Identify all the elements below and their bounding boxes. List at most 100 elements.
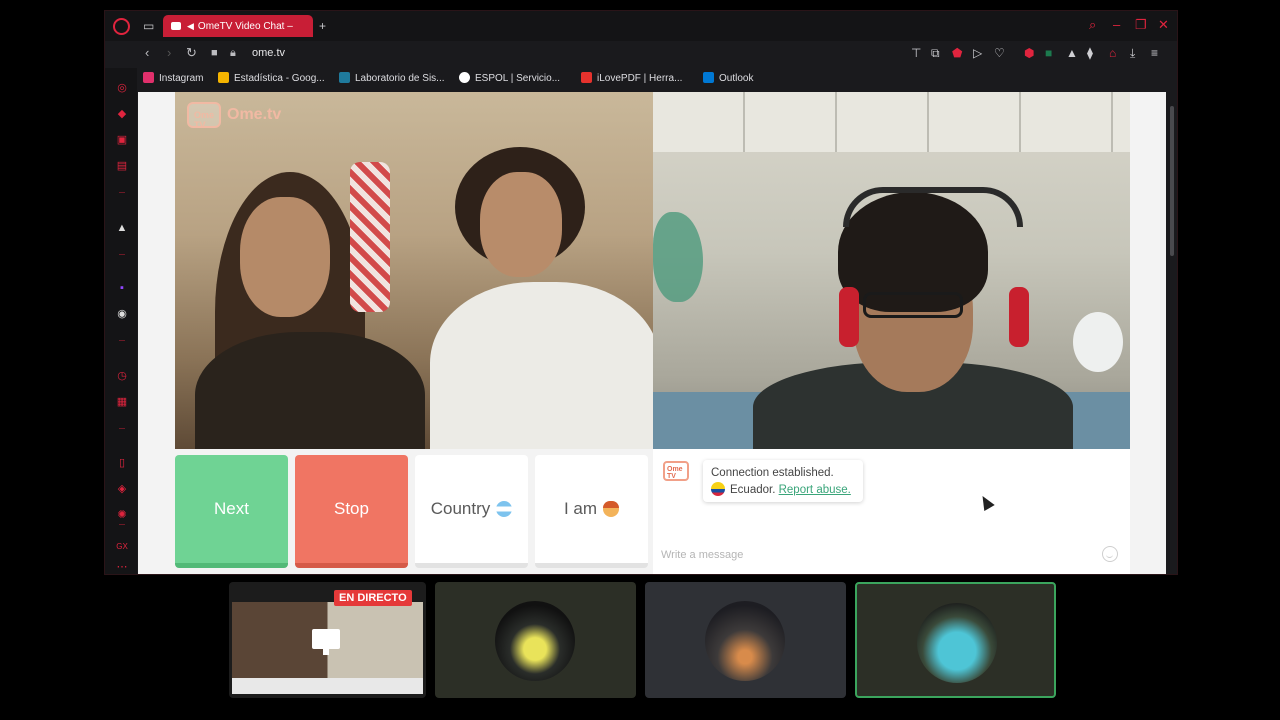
boy-face-icon bbox=[603, 501, 620, 517]
participant-tile[interactable] bbox=[435, 582, 636, 698]
country-button[interactable]: Country bbox=[415, 455, 528, 568]
brand-name: Ome.tv bbox=[227, 106, 282, 123]
sidebar-player-icon[interactable]: ▣ bbox=[116, 134, 128, 146]
ceiling bbox=[653, 92, 1130, 152]
browser-window: ▭ ◀ OmeTV Video Chat – + ⌕ – ❐ ✕ ‹ › ↻ ■ … bbox=[104, 10, 1178, 575]
bookmark-estadistica[interactable]: Estadística - Goog... bbox=[218, 72, 325, 86]
sidebar-divider bbox=[119, 254, 125, 255]
sidebar-tabs-icon[interactable]: ▦ bbox=[116, 396, 128, 408]
new-tab-icon[interactable]: + bbox=[319, 19, 326, 33]
person-hoodie bbox=[430, 282, 653, 449]
sidebar-bookmarks-icon[interactable]: ▯ bbox=[116, 457, 128, 469]
vpn-shield-icon[interactable]: ⬢ bbox=[1024, 46, 1034, 60]
scrollbar-thumb[interactable] bbox=[1170, 106, 1174, 256]
back-icon[interactable]: ‹ bbox=[145, 46, 149, 60]
opera-logo-icon[interactable] bbox=[113, 18, 130, 35]
shield-icon[interactable]: ⬟ bbox=[952, 46, 962, 60]
sidebar-gx-icon[interactable]: ◎ bbox=[116, 82, 128, 94]
bookmark-espol[interactable]: ESPOL | Servicio... bbox=[459, 72, 560, 86]
sidebar-discord-icon[interactable]: ◉ bbox=[116, 308, 128, 320]
sidebar-divider bbox=[119, 340, 125, 341]
avatar bbox=[917, 603, 997, 683]
partner-video: Ome TV Ome.tv bbox=[175, 92, 653, 449]
minimize-icon[interactable]: – bbox=[1113, 18, 1120, 32]
ecuador-flag-icon bbox=[711, 482, 725, 496]
url-field[interactable]: ome.tv bbox=[252, 47, 285, 59]
tab-favicon-icon bbox=[171, 22, 181, 30]
sidebar-gx-corner-icon[interactable]: GX bbox=[116, 541, 128, 553]
message-input[interactable] bbox=[661, 545, 1081, 565]
google-drive-icon bbox=[218, 72, 229, 83]
argentina-flag-icon bbox=[496, 501, 513, 517]
tab-island-icon[interactable]: ▭ bbox=[143, 19, 154, 33]
bookmark-laboratorio[interactable]: Laboratorio de Sis... bbox=[339, 72, 445, 86]
sidebar-pin-icon[interactable]: ◈ bbox=[116, 483, 128, 495]
next-button[interactable]: Next bbox=[175, 455, 288, 568]
sidebar-more-icon[interactable]: ⋯ bbox=[116, 561, 128, 573]
country-name: Ecuador. bbox=[730, 484, 776, 496]
play-icon[interactable]: ▷ bbox=[973, 46, 982, 60]
extension-green-icon[interactable]: ■ bbox=[1045, 46, 1052, 60]
heart-icon[interactable]: ♡ bbox=[994, 46, 1005, 60]
reload-icon[interactable]: ↻ bbox=[186, 46, 197, 60]
fan bbox=[1073, 312, 1123, 372]
report-abuse-link[interactable]: Report abuse. bbox=[779, 484, 851, 496]
person-face bbox=[240, 197, 330, 317]
forward-icon[interactable]: › bbox=[167, 46, 171, 60]
sidebar-divider bbox=[119, 192, 125, 193]
gx-mod-icon[interactable]: ⌂ bbox=[1109, 46, 1116, 60]
snapchat-icon[interactable]: ▲ bbox=[1066, 46, 1078, 60]
tab-bar: ▭ ◀ OmeTV Video Chat – + ⌕ – ❐ ✕ bbox=[105, 11, 1177, 41]
self-video bbox=[653, 92, 1130, 449]
iam-button[interactable]: I am bbox=[535, 455, 648, 568]
bookmark-ilovepdf[interactable]: iLovePDF | Herra... bbox=[581, 72, 682, 86]
bookmark-instagram[interactable]: Instagram bbox=[143, 72, 203, 86]
sidebar-divider bbox=[119, 428, 125, 429]
connection-status: Connection established. bbox=[711, 467, 834, 479]
participant-tile-speaking[interactable] bbox=[855, 582, 1056, 698]
sidebar-divider bbox=[119, 524, 125, 525]
tab-ometv[interactable]: ◀ OmeTV Video Chat – bbox=[163, 15, 313, 37]
sidebar-aria-icon[interactable]: ▲ bbox=[116, 222, 128, 234]
sidebar-settings-icon[interactable]: ✺ bbox=[116, 509, 128, 521]
ilovepdf-icon bbox=[581, 72, 592, 83]
monitor-icon bbox=[312, 629, 340, 655]
sidebar-bag-icon[interactable]: ▤ bbox=[116, 160, 128, 172]
sidebar-history-icon[interactable]: ◷ bbox=[116, 370, 128, 382]
lab-icon bbox=[339, 72, 350, 83]
country-line: Ecuador. Report abuse. bbox=[711, 482, 855, 499]
stop-button[interactable]: Stop bbox=[295, 455, 408, 568]
camera-icon[interactable]: ■ bbox=[211, 46, 218, 60]
live-badge: EN DIRECTO bbox=[334, 590, 412, 606]
chat-panel: Ome TV Connection established. Ecuador. … bbox=[653, 449, 1130, 574]
sidebar-twitch-icon[interactable]: ▪ bbox=[116, 282, 128, 294]
outlook-icon bbox=[703, 72, 714, 83]
speaker-icon[interactable]: ◀ bbox=[187, 21, 194, 31]
screen-preview-bar bbox=[232, 678, 423, 694]
maximize-icon[interactable]: ❐ bbox=[1135, 18, 1147, 32]
instagram-icon bbox=[143, 72, 154, 83]
participant-tile[interactable] bbox=[645, 582, 846, 698]
tv-logo-icon: Ome TV bbox=[187, 102, 221, 130]
headphone-left bbox=[839, 287, 859, 347]
avatar bbox=[705, 601, 785, 681]
snapshot-icon[interactable]: ⧉ bbox=[931, 46, 940, 60]
download-icon[interactable]: ⤓ bbox=[1130, 46, 1135, 60]
person-face bbox=[480, 172, 562, 277]
menu-icon[interactable]: ≡ bbox=[1151, 46, 1158, 60]
bookmark-outlook[interactable]: Outlook bbox=[703, 72, 753, 86]
pin-icon[interactable]: ⊤ bbox=[911, 46, 921, 60]
screen: ▭ ◀ OmeTV Video Chat – + ⌕ – ❐ ✕ ‹ › ↻ ■ … bbox=[0, 0, 1280, 720]
address-bar: ‹ › ↻ ■ 🔒︎ ome.tv ⊤ ⧉ ⬟ ▷ ♡ ⬢ ■ ▲ ⧫ ⌂ ⤓ … bbox=[105, 41, 1177, 67]
sidebar: ◎ ◆ ▣ ▤ ▲ ▪ ◉ ◷ ▦ ▯ ◈ ✺ GX ⋯ bbox=[105, 68, 137, 574]
tab-title: OmeTV Video Chat – bbox=[197, 21, 293, 32]
sidebar-flow-icon[interactable]: ◆ bbox=[116, 108, 128, 120]
extensions-icon[interactable]: ⧫ bbox=[1087, 46, 1093, 60]
headphone-right bbox=[1009, 287, 1029, 347]
avatar bbox=[495, 601, 575, 681]
page-scrollbar[interactable] bbox=[1166, 92, 1177, 574]
search-tabs-icon[interactable]: ⌕ bbox=[1089, 18, 1096, 32]
lock-icon[interactable]: 🔒︎ bbox=[230, 46, 236, 60]
close-icon[interactable]: ✕ bbox=[1158, 18, 1169, 32]
emoji-icon[interactable] bbox=[1102, 546, 1118, 562]
